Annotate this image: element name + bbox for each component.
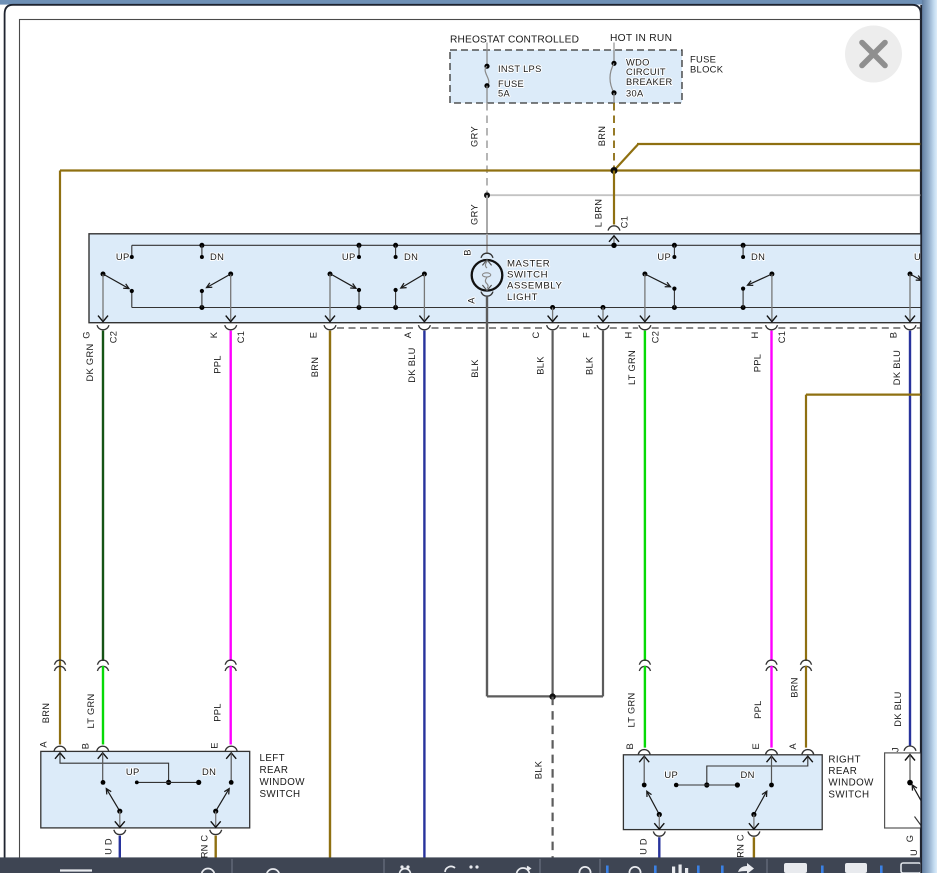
svg-text:DN: DN (741, 769, 755, 780)
svg-text:A: A (403, 331, 413, 338)
svg-text:DK BLU: DK BLU (892, 350, 902, 385)
svg-text:LT GRN: LT GRN (627, 350, 637, 385)
svg-text:E: E (751, 743, 761, 750)
svg-text:SWITCH: SWITCH (507, 270, 548, 281)
svg-text:LT GRN: LT GRN (86, 693, 96, 728)
svg-text:REAR: REAR (260, 765, 289, 776)
svg-text:LEFT: LEFT (260, 753, 286, 764)
svg-text:RIGHT: RIGHT (828, 755, 860, 766)
svg-text:U D: U D (104, 838, 114, 855)
svg-text:C2: C2 (650, 331, 660, 343)
svg-text:DK GRN: DK GRN (85, 344, 95, 382)
svg-text:BRN: BRN (310, 357, 320, 378)
svg-text:GRY: GRY (470, 126, 480, 147)
svg-text:BLK: BLK (470, 359, 480, 378)
svg-text:LIGHT: LIGHT (507, 292, 538, 303)
svg-text:H: H (750, 331, 760, 338)
svg-text:A: A (467, 297, 477, 304)
svg-text:BREAKER: BREAKER (626, 77, 673, 87)
svg-text:30A: 30A (626, 88, 644, 98)
svg-text:C1: C1 (777, 331, 787, 343)
svg-text:C1: C1 (236, 331, 246, 343)
svg-text:C: C (531, 331, 541, 338)
svg-text:WINDOW: WINDOW (260, 777, 306, 788)
svg-text:UP: UP (342, 251, 356, 262)
svg-text:B: B (625, 743, 635, 750)
svg-text:BRN: BRN (597, 126, 607, 147)
svg-text:C2: C2 (109, 331, 119, 343)
svg-text:SWITCH: SWITCH (260, 789, 301, 800)
svg-text:DK BLU: DK BLU (407, 347, 417, 382)
svg-text:FUSE: FUSE (498, 79, 524, 89)
svg-text:ASSEMBLY: ASSEMBLY (507, 281, 562, 292)
svg-text:SWITCH: SWITCH (828, 789, 869, 800)
svg-text:B: B (463, 249, 473, 256)
svg-text:INST LPS: INST LPS (498, 64, 542, 74)
svg-text:E: E (309, 332, 319, 339)
svg-text:UP: UP (664, 769, 678, 780)
svg-text:BRN: BRN (790, 677, 800, 698)
svg-text:UP: UP (116, 251, 130, 262)
svg-text:CIRCUIT: CIRCUIT (626, 67, 666, 77)
svg-text:REAR: REAR (828, 766, 857, 777)
svg-text:PPL: PPL (213, 355, 223, 373)
svg-text:J: J (891, 747, 901, 752)
svg-text:RN C: RN C (200, 835, 210, 859)
svg-text:DN: DN (751, 251, 765, 262)
svg-text:PPL: PPL (753, 354, 763, 372)
svg-text:WDO: WDO (626, 58, 650, 68)
svg-text:A: A (39, 741, 49, 748)
svg-text:BLOCK: BLOCK (690, 64, 724, 75)
svg-text:WINDOW: WINDOW (828, 778, 874, 789)
svg-text:H: H (623, 331, 633, 338)
svg-text:BLK: BLK (585, 356, 595, 375)
svg-text:BLK: BLK (534, 760, 544, 779)
svg-text:F: F (582, 332, 592, 338)
svg-text:RN C: RN C (736, 834, 746, 858)
svg-text:A: A (788, 743, 798, 750)
svg-text:L BRN: L BRN (594, 199, 604, 228)
svg-text:G: G (905, 835, 915, 843)
svg-text:5A: 5A (498, 89, 510, 99)
svg-text:BLK: BLK (536, 356, 546, 375)
svg-text:RHEOSTAT CONTROLLED: RHEOSTAT CONTROLLED (450, 34, 579, 45)
svg-text:DK BLU: DK BLU (893, 691, 903, 726)
svg-text:U D: U D (639, 838, 649, 855)
svg-text:B: B (81, 743, 91, 750)
svg-text:HOT IN RUN: HOT IN RUN (610, 33, 672, 44)
svg-text:PPL: PPL (753, 700, 763, 718)
svg-text:DN: DN (404, 251, 418, 262)
svg-text:C1: C1 (620, 216, 630, 228)
svg-text:PPL: PPL (213, 703, 223, 721)
svg-text:UP: UP (657, 251, 671, 262)
svg-text:U: U (909, 849, 919, 856)
svg-text:DN: DN (202, 766, 216, 777)
svg-text:DN: DN (210, 251, 224, 262)
svg-text:K: K (209, 331, 219, 338)
svg-text:E: E (210, 742, 220, 749)
svg-text:GRY: GRY (470, 204, 480, 225)
svg-text:B: B (889, 332, 899, 339)
svg-text:UP: UP (126, 766, 140, 777)
svg-text:BRN: BRN (41, 703, 51, 724)
svg-text:MASTER: MASTER (507, 259, 550, 270)
svg-text:G: G (82, 331, 92, 339)
svg-text:LT GRN: LT GRN (627, 692, 637, 727)
